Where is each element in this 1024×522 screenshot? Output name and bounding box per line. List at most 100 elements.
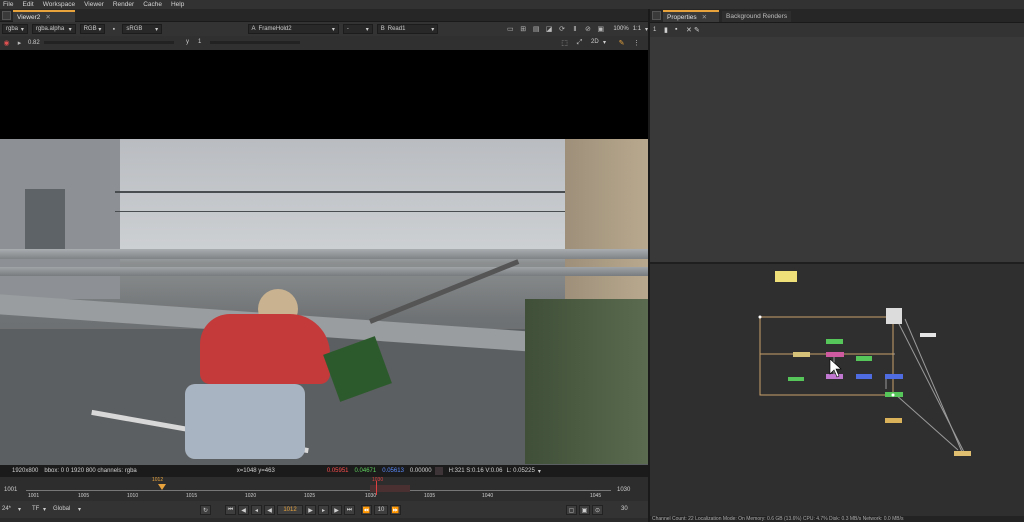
- range-mode-dropdown[interactable]: Global: [53, 506, 70, 512]
- fps-dropdown[interactable]: 24*: [2, 506, 11, 512]
- shuffle-node[interactable]: [856, 374, 872, 379]
- timeline-end[interactable]: 1030: [617, 487, 630, 493]
- alpha-channel-dropdown[interactable]: rgba.alpha ▾: [31, 24, 76, 34]
- timeline-track[interactable]: [26, 490, 611, 491]
- play-icon[interactable]: ▸: [15, 39, 24, 48]
- region-icon[interactable]: ⬚: [560, 38, 569, 47]
- timeline-start[interactable]: 1001: [4, 487, 17, 493]
- channels-dropdown[interactable]: rgba ▾: [2, 24, 28, 34]
- copy-node[interactable]: [885, 374, 903, 379]
- tab-properties[interactable]: Properties ✕: [663, 10, 719, 22]
- fstop-toggle-icon[interactable]: ◉: [2, 39, 11, 48]
- gamma-value[interactable]: 1: [198, 39, 201, 45]
- gain-slider[interactable]: [44, 41, 174, 44]
- pause-icon[interactable]: Ⅱ: [571, 25, 580, 34]
- skip-back-button[interactable]: ⏪: [361, 505, 372, 515]
- timeline[interactable]: 1001 1030 1012 1030 1001 1005 1010 1015 …: [0, 477, 648, 501]
- transform-node[interactable]: [793, 352, 810, 357]
- step-forward-button[interactable]: ▸: [318, 505, 329, 515]
- input-b-dropdown[interactable]: B Read1 ▾: [376, 24, 439, 34]
- pencil-icon[interactable]: ✎: [694, 26, 700, 34]
- paint-brush-icon[interactable]: ✎: [617, 38, 626, 47]
- backdrop-node[interactable]: [775, 271, 797, 282]
- menu-viewer[interactable]: Viewer: [84, 1, 104, 8]
- cache-icon[interactable]: ▢: [566, 505, 577, 515]
- current-frame-field[interactable]: 1012: [277, 505, 303, 515]
- tick-label: 1040: [482, 493, 494, 499]
- next-keyframe-button[interactable]: ▶: [331, 505, 342, 515]
- chevron-down-icon[interactable]: ▾: [43, 506, 46, 513]
- properties-toolbar: 1 ▮ ▪ ✕ ✎: [650, 23, 1024, 37]
- node-graph[interactable]: [650, 264, 1024, 516]
- input-a-dropdown[interactable]: A FrameHold2 ▾: [247, 24, 339, 34]
- pane-menu-icon[interactable]: [652, 11, 661, 20]
- dropper-icon[interactable]: ⋮: [632, 38, 641, 47]
- pixel-r-value: 0.05951: [326, 468, 349, 474]
- blur-node[interactable]: [788, 377, 804, 381]
- wipe-mode-dropdown[interactable]: - ▾: [342, 24, 373, 34]
- roi-icon[interactable]: ▭: [506, 25, 515, 34]
- menu-file[interactable]: File: [3, 1, 13, 8]
- pane-menu-icon[interactable]: [2, 11, 11, 20]
- last-frame-button[interactable]: ⏭: [344, 505, 355, 515]
- proxy-icon[interactable]: ⊞: [519, 25, 528, 34]
- tab-viewer2[interactable]: Viewer2 ✕: [13, 10, 75, 22]
- menu-workspace[interactable]: Workspace: [43, 1, 75, 8]
- menu-edit[interactable]: Edit: [22, 1, 33, 8]
- write-node[interactable]: [954, 451, 971, 456]
- playhead-label: 1030: [372, 477, 384, 483]
- empty-panels-icon[interactable]: ▪: [675, 26, 677, 33]
- grade-node[interactable]: [826, 339, 843, 344]
- skip-forward-button[interactable]: ⏩: [390, 505, 401, 515]
- downscale-icon[interactable]: ▤: [532, 25, 541, 34]
- backdrop-handle[interactable]: [758, 315, 762, 319]
- bbox-text: bbox: 0 0 1920 800 channels: rgba: [44, 468, 137, 474]
- loop-icon[interactable]: ↻: [200, 505, 211, 515]
- playhead[interactable]: [376, 481, 377, 495]
- menu-help[interactable]: Help: [171, 1, 184, 8]
- color-correct-node[interactable]: [856, 356, 872, 361]
- play-forward-button[interactable]: ▶: [305, 505, 316, 515]
- close-icon[interactable]: ✕: [702, 13, 707, 21]
- menu-render[interactable]: Render: [113, 1, 134, 8]
- chevron-down-icon[interactable]: ▾: [18, 506, 21, 513]
- chevron-down-icon[interactable]: ▾: [603, 39, 606, 46]
- framehold-node[interactable]: [885, 418, 902, 423]
- stop-icon[interactable]: ⊘: [583, 25, 592, 34]
- chevron-down-icon: ▾: [155, 26, 159, 33]
- first-frame-button[interactable]: ⏮: [225, 505, 236, 515]
- backdrop-handle[interactable]: [891, 393, 895, 397]
- roto-node[interactable]: [826, 374, 843, 379]
- prev-keyframe-button[interactable]: ◀: [238, 505, 249, 515]
- in-marker-icon[interactable]: [158, 484, 166, 490]
- lut-toggle-icon[interactable]: ▪: [109, 25, 118, 34]
- close-all-icon[interactable]: ✕: [686, 26, 692, 34]
- guides-icon[interactable]: ⤢: [575, 38, 584, 47]
- step-field[interactable]: 10: [374, 505, 388, 515]
- view-mode-value[interactable]: 2D: [591, 39, 599, 45]
- refresh-icon[interactable]: ⟳: [558, 25, 567, 34]
- read-node[interactable]: [886, 308, 902, 324]
- close-icon[interactable]: ✕: [45, 13, 50, 21]
- sync-icon[interactable]: ⊙: [592, 505, 603, 515]
- merge-node[interactable]: [826, 352, 844, 357]
- viewer-node[interactable]: [920, 333, 936, 337]
- end-frame-field[interactable]: 30: [621, 506, 628, 512]
- lock-icon[interactable]: ▣: [596, 25, 605, 34]
- gamma-slider[interactable]: [210, 41, 300, 44]
- tf-dropdown[interactable]: TF: [32, 506, 39, 512]
- ratio-value[interactable]: 1:1: [633, 26, 641, 32]
- chevron-down-icon[interactable]: ▾: [78, 506, 81, 513]
- clipping-icon[interactable]: ◪: [545, 25, 554, 34]
- flipbook-icon[interactable]: ▣: [579, 505, 590, 515]
- lut-dropdown[interactable]: sRGB ▾: [122, 24, 163, 34]
- zoom-value[interactable]: 100%: [613, 26, 628, 32]
- step-back-button[interactable]: ◂: [251, 505, 262, 515]
- play-backward-button[interactable]: ◀: [264, 505, 275, 515]
- menu-cache[interactable]: Cache: [143, 1, 162, 8]
- lock-icon[interactable]: ▮: [664, 26, 668, 34]
- max-panels-field[interactable]: 1: [653, 27, 656, 33]
- tab-background-renders[interactable]: Background Renders: [722, 11, 792, 22]
- display-channels-dropdown[interactable]: RGB ▾: [79, 24, 106, 34]
- chevron-down-icon[interactable]: ▾: [538, 468, 541, 475]
